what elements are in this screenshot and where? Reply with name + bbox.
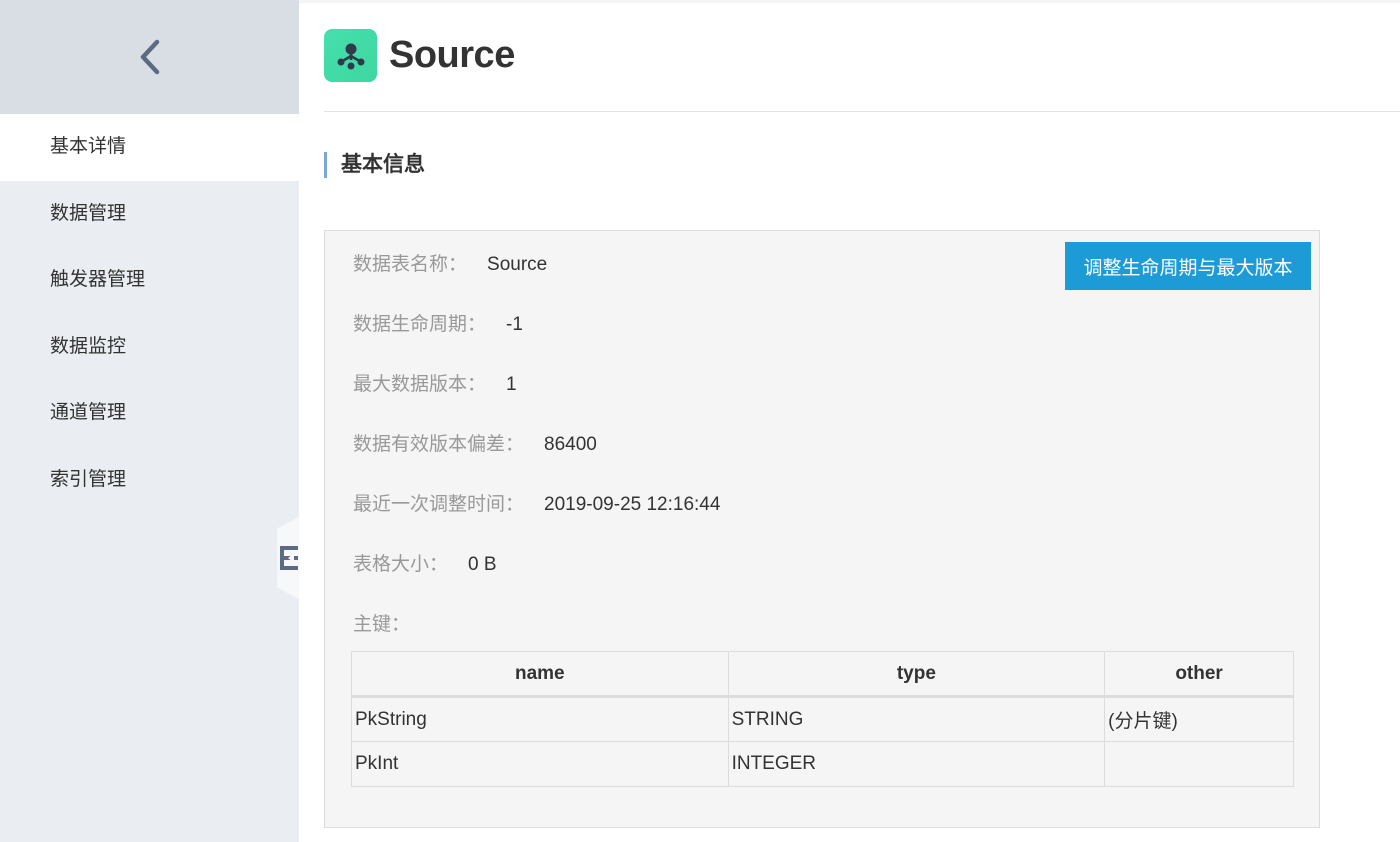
- sidebar: 基本详情 数据管理 触发器管理 数据监控 通道管理 索引管理: [0, 0, 299, 842]
- field-label: 最近一次调整时间：: [353, 494, 525, 515]
- field-label: 最大数据版本：: [353, 374, 487, 395]
- table-row: PkInt INTEGER: [351, 741, 1294, 787]
- section-title: 基本信息: [324, 152, 425, 178]
- cell-type: STRING: [727, 696, 1106, 742]
- field-max-versions: 最大数据版本： 1: [353, 369, 517, 396]
- primary-key-table: name type other PkString STRING (分片键) Pk…: [351, 651, 1294, 787]
- field-label: 数据生命周期：: [353, 314, 487, 335]
- sidebar-item-channel-management[interactable]: 通道管理: [0, 380, 299, 447]
- sidebar-item-data-monitoring[interactable]: 数据监控: [0, 314, 299, 381]
- field-label: 主键：: [353, 614, 411, 635]
- app-root: 基本详情 数据管理 触发器管理 数据监控 通道管理 索引管理 Source 基本…: [0, 0, 1400, 842]
- column-header-name: name: [351, 651, 729, 698]
- page-header: Source: [324, 0, 1400, 112]
- collapse-menu-icon: [280, 546, 298, 570]
- column-header-other: other: [1104, 651, 1294, 698]
- cell-name: PkString: [351, 696, 729, 742]
- cell-type: INTEGER: [727, 741, 1106, 787]
- cell-other: [1104, 741, 1294, 787]
- sidebar-collapse-handle[interactable]: [277, 517, 299, 599]
- primary-key-heading: 主键：: [353, 609, 410, 636]
- field-label: 数据有效版本偏差：: [353, 434, 525, 455]
- back-button[interactable]: [0, 0, 299, 114]
- basic-info-panel: 调整生命周期与最大版本 数据表名称： Source 数据生命周期： -1 最大数据版…: [324, 230, 1320, 828]
- field-value: -1: [506, 314, 523, 335]
- sidebar-item-basic-details[interactable]: 基本详情: [0, 114, 299, 181]
- field-max-version-offset: 数据有效版本偏差： 86400: [353, 429, 597, 456]
- table-header-row: name type other: [351, 651, 1294, 698]
- sidebar-item-data-management[interactable]: 数据管理: [0, 181, 299, 248]
- field-value: Source: [487, 254, 548, 275]
- cell-name: PkInt: [351, 741, 729, 787]
- sidebar-nav: 基本详情 数据管理 触发器管理 数据监控 通道管理 索引管理: [0, 114, 299, 513]
- sidebar-item-trigger-management[interactable]: 触发器管理: [0, 247, 299, 314]
- table-store-icon: [324, 29, 377, 82]
- field-time-to-live: 数据生命周期： -1: [353, 309, 523, 336]
- field-label: 表格大小：: [353, 554, 449, 575]
- field-value: 86400: [544, 434, 597, 455]
- cell-other: (分片键): [1104, 696, 1294, 742]
- chevron-left-icon: [140, 39, 159, 75]
- column-header-type: type: [727, 651, 1106, 698]
- field-table-name: 数据表名称： Source: [353, 249, 547, 276]
- field-label: 数据表名称：: [353, 254, 468, 275]
- field-last-modified: 最近一次调整时间： 2019-09-25 12:16:44: [353, 489, 720, 516]
- page-title: Source: [389, 34, 515, 76]
- sidebar-item-index-management[interactable]: 索引管理: [0, 447, 299, 514]
- adjust-lifecycle-button[interactable]: 调整生命周期与最大版本: [1065, 242, 1311, 290]
- field-value: 2019-09-25 12:16:44: [544, 494, 721, 515]
- table-row: PkString STRING (分片键): [351, 696, 1294, 742]
- field-value: 0 B: [468, 554, 497, 575]
- field-table-size: 表格大小： 0 B: [353, 549, 497, 576]
- field-value: 1: [506, 374, 517, 395]
